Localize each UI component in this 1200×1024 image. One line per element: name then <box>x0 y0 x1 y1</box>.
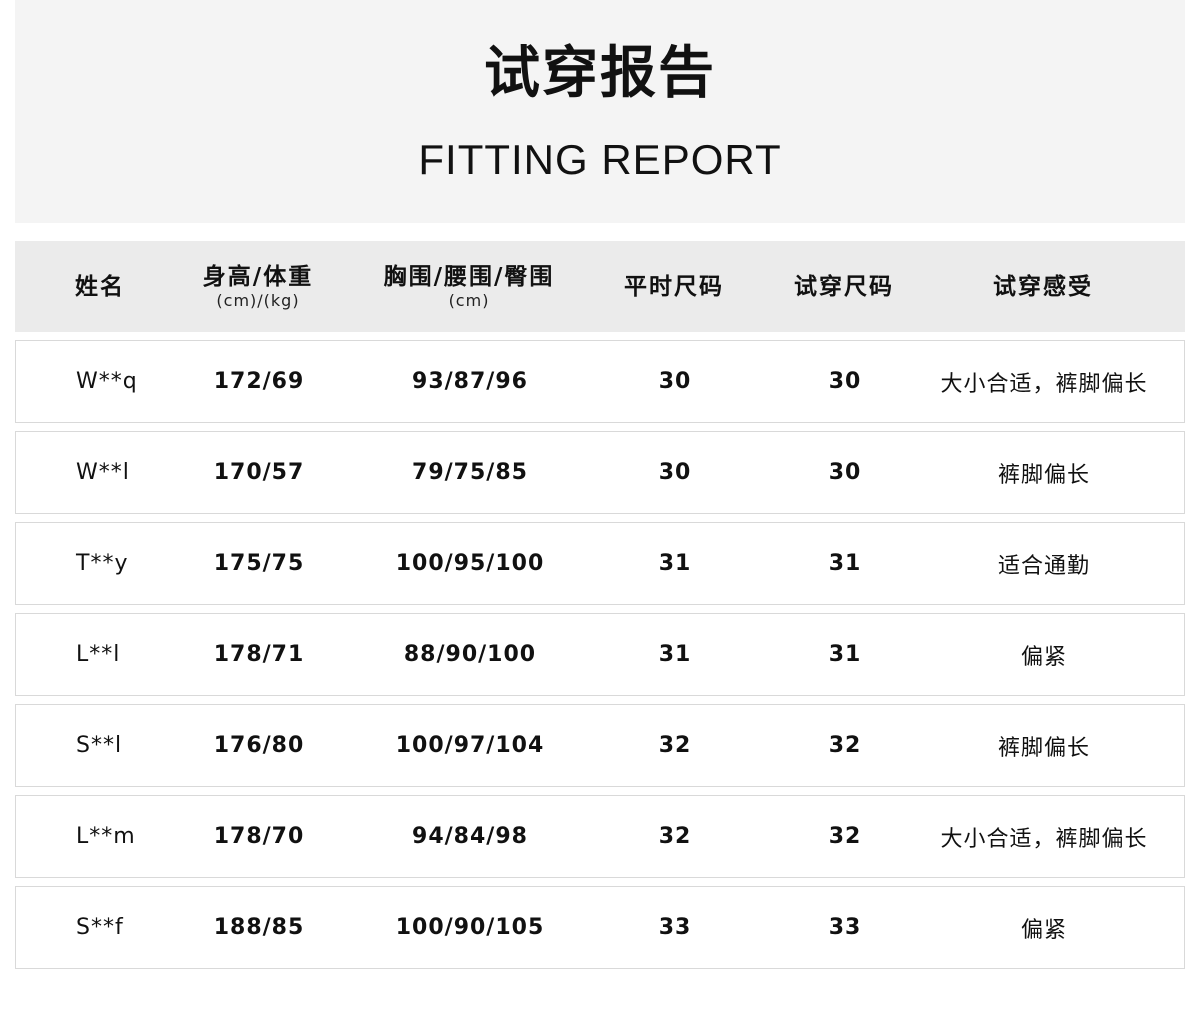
cell-height-weight: 175/75 <box>213 551 305 576</box>
cell-fitting-size: 32 <box>828 824 862 849</box>
table-row: S**l 176/80 100/97/104 32 32 裤脚偏长 <box>15 704 1185 787</box>
cell-height-weight: 170/57 <box>213 460 305 485</box>
cell-usual-size: 32 <box>658 733 692 758</box>
cell-name: L**m <box>76 824 136 849</box>
cell-fitting-size: 33 <box>828 915 862 940</box>
cell-height-weight: 178/70 <box>213 824 305 849</box>
cell-height-weight: 178/71 <box>213 642 305 667</box>
cell-feeling: 偏紧 <box>1020 917 1067 943</box>
cell-name: S**f <box>76 915 124 940</box>
header-measurements-label: 胸围/腰围/臀围 <box>383 263 555 290</box>
cell-measurements: 79/75/85 <box>412 460 528 485</box>
header-name: 姓名 <box>45 241 155 332</box>
table-row: W**q 172/69 93/87/96 30 30 大小合适，裤脚偏长 <box>15 340 1185 423</box>
header-name-label: 姓名 <box>75 273 125 300</box>
cell-feeling: 大小合适，裤脚偏长 <box>940 371 1148 397</box>
cell-name: L**l <box>76 642 121 667</box>
cell-height-weight: 176/80 <box>213 733 305 758</box>
table-row: L**m 178/70 94/84/98 32 32 大小合适，裤脚偏长 <box>15 795 1185 878</box>
cell-height-weight: 172/69 <box>213 369 305 394</box>
cell-measurements: 94/84/98 <box>412 824 528 849</box>
header-fitting-size: 试穿尺码 <box>774 241 914 332</box>
table-header-row: 姓名 身高/体重 (cm)/(kg) 胸围/腰围/臀围 (cm) 平时尺码 试穿… <box>15 241 1185 332</box>
table-row: W**l 170/57 79/75/85 30 30 裤脚偏长 <box>15 431 1185 514</box>
cell-fitting-size: 32 <box>828 733 862 758</box>
cell-fitting-size: 30 <box>828 460 862 485</box>
cell-feeling: 大小合适，裤脚偏长 <box>940 826 1148 852</box>
header-usual-size-label: 平时尺码 <box>624 273 724 300</box>
cell-feeling: 适合通勤 <box>997 553 1090 579</box>
cell-usual-size: 32 <box>658 824 692 849</box>
cell-height-weight: 188/85 <box>213 915 305 940</box>
cell-feeling: 裤脚偏长 <box>997 735 1090 761</box>
cell-measurements: 100/95/100 <box>395 551 545 576</box>
table-row: T**y 175/75 100/95/100 31 31 适合通勤 <box>15 522 1185 605</box>
cell-measurements: 93/87/96 <box>412 369 528 394</box>
header-height-weight-unit: (cm)/(kg) <box>216 290 300 310</box>
report-title-cn: 试穿报告 <box>484 41 716 106</box>
header-height-weight-label: 身高/体重 <box>202 263 314 290</box>
cell-usual-size: 31 <box>658 642 692 667</box>
table-row: L**l 178/71 88/90/100 31 31 偏紧 <box>15 613 1185 696</box>
cell-fitting-size: 30 <box>828 369 862 394</box>
cell-measurements: 100/97/104 <box>395 733 545 758</box>
cell-feeling: 裤脚偏长 <box>997 462 1090 488</box>
table-row: S**f 188/85 100/90/105 33 33 偏紧 <box>15 886 1185 969</box>
cell-usual-size: 33 <box>658 915 692 940</box>
header-height-weight: 身高/体重 (cm)/(kg) <box>178 241 338 332</box>
cell-measurements: 88/90/100 <box>403 642 537 667</box>
cell-name: S**l <box>76 733 123 758</box>
cell-feeling: 偏紧 <box>1020 644 1067 670</box>
cell-name: W**l <box>76 460 130 485</box>
header-measurements: 胸围/腰围/臀围 (cm) <box>359 241 579 332</box>
report-title-en: FITTING REPORT <box>418 136 782 183</box>
header-fitting-size-label: 试穿尺码 <box>794 273 894 300</box>
cell-name: W**q <box>76 369 138 394</box>
cell-name: T**y <box>76 551 129 576</box>
cell-fitting-size: 31 <box>828 642 862 667</box>
header-feeling-label: 试穿感受 <box>993 273 1093 300</box>
cell-usual-size: 30 <box>658 369 692 394</box>
cell-usual-size: 31 <box>658 551 692 576</box>
report-banner: 试穿报告 FITTING REPORT <box>15 0 1185 223</box>
cell-fitting-size: 31 <box>828 551 862 576</box>
cell-usual-size: 30 <box>658 460 692 485</box>
cell-measurements: 100/90/105 <box>395 915 545 940</box>
header-measurements-unit: (cm) <box>448 290 490 310</box>
header-feeling: 试穿感受 <box>933 241 1153 332</box>
header-usual-size: 平时尺码 <box>604 241 744 332</box>
